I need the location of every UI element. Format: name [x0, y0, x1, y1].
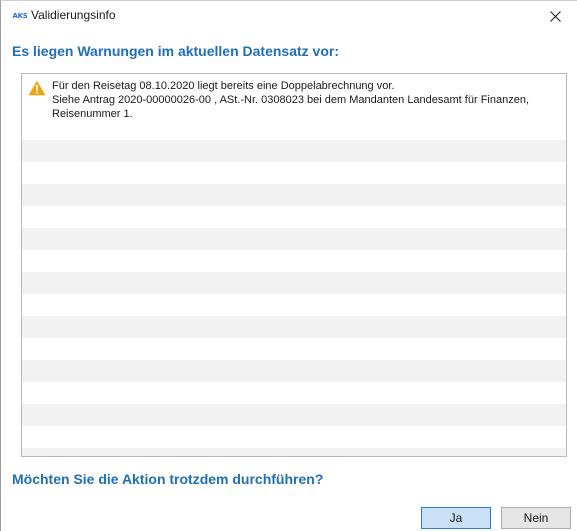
warning-line: Reisenummer 1.	[52, 108, 133, 120]
list-row-stripes	[22, 74, 566, 456]
warning-line: Siehe Antrag 2020-00000026-00 , ASt.-Nr.…	[52, 94, 529, 106]
title-bar[interactable]: AKS Validierungsinfo	[1, 1, 577, 32]
warning-line: Für den Reisetag 08.10.2020 liegt bereit…	[52, 80, 395, 92]
no-button[interactable]: Nein	[501, 507, 571, 529]
yes-button[interactable]: Ja	[421, 507, 491, 529]
validation-dialog: AKS Validierungsinfo Es liegen Warnungen…	[0, 0, 577, 531]
warnings-heading: Es liegen Warnungen im aktuellen Datensa…	[12, 43, 339, 59]
warning-icon	[28, 80, 46, 96]
confirmation-question: Möchten Sie die Aktion trotzdem durchfüh…	[12, 471, 324, 487]
close-icon	[549, 11, 561, 22]
list-item[interactable]: Für den Reisetag 08.10.2020 liegt bereit…	[22, 74, 566, 125]
window-title: Validierungsinfo	[31, 8, 116, 22]
warning-message: Für den Reisetag 08.10.2020 liegt bereit…	[52, 79, 529, 121]
app-logo-icon: AKS	[12, 12, 28, 20]
warnings-list[interactable]: Für den Reisetag 08.10.2020 liegt bereit…	[21, 73, 567, 457]
close-button[interactable]	[533, 1, 577, 32]
